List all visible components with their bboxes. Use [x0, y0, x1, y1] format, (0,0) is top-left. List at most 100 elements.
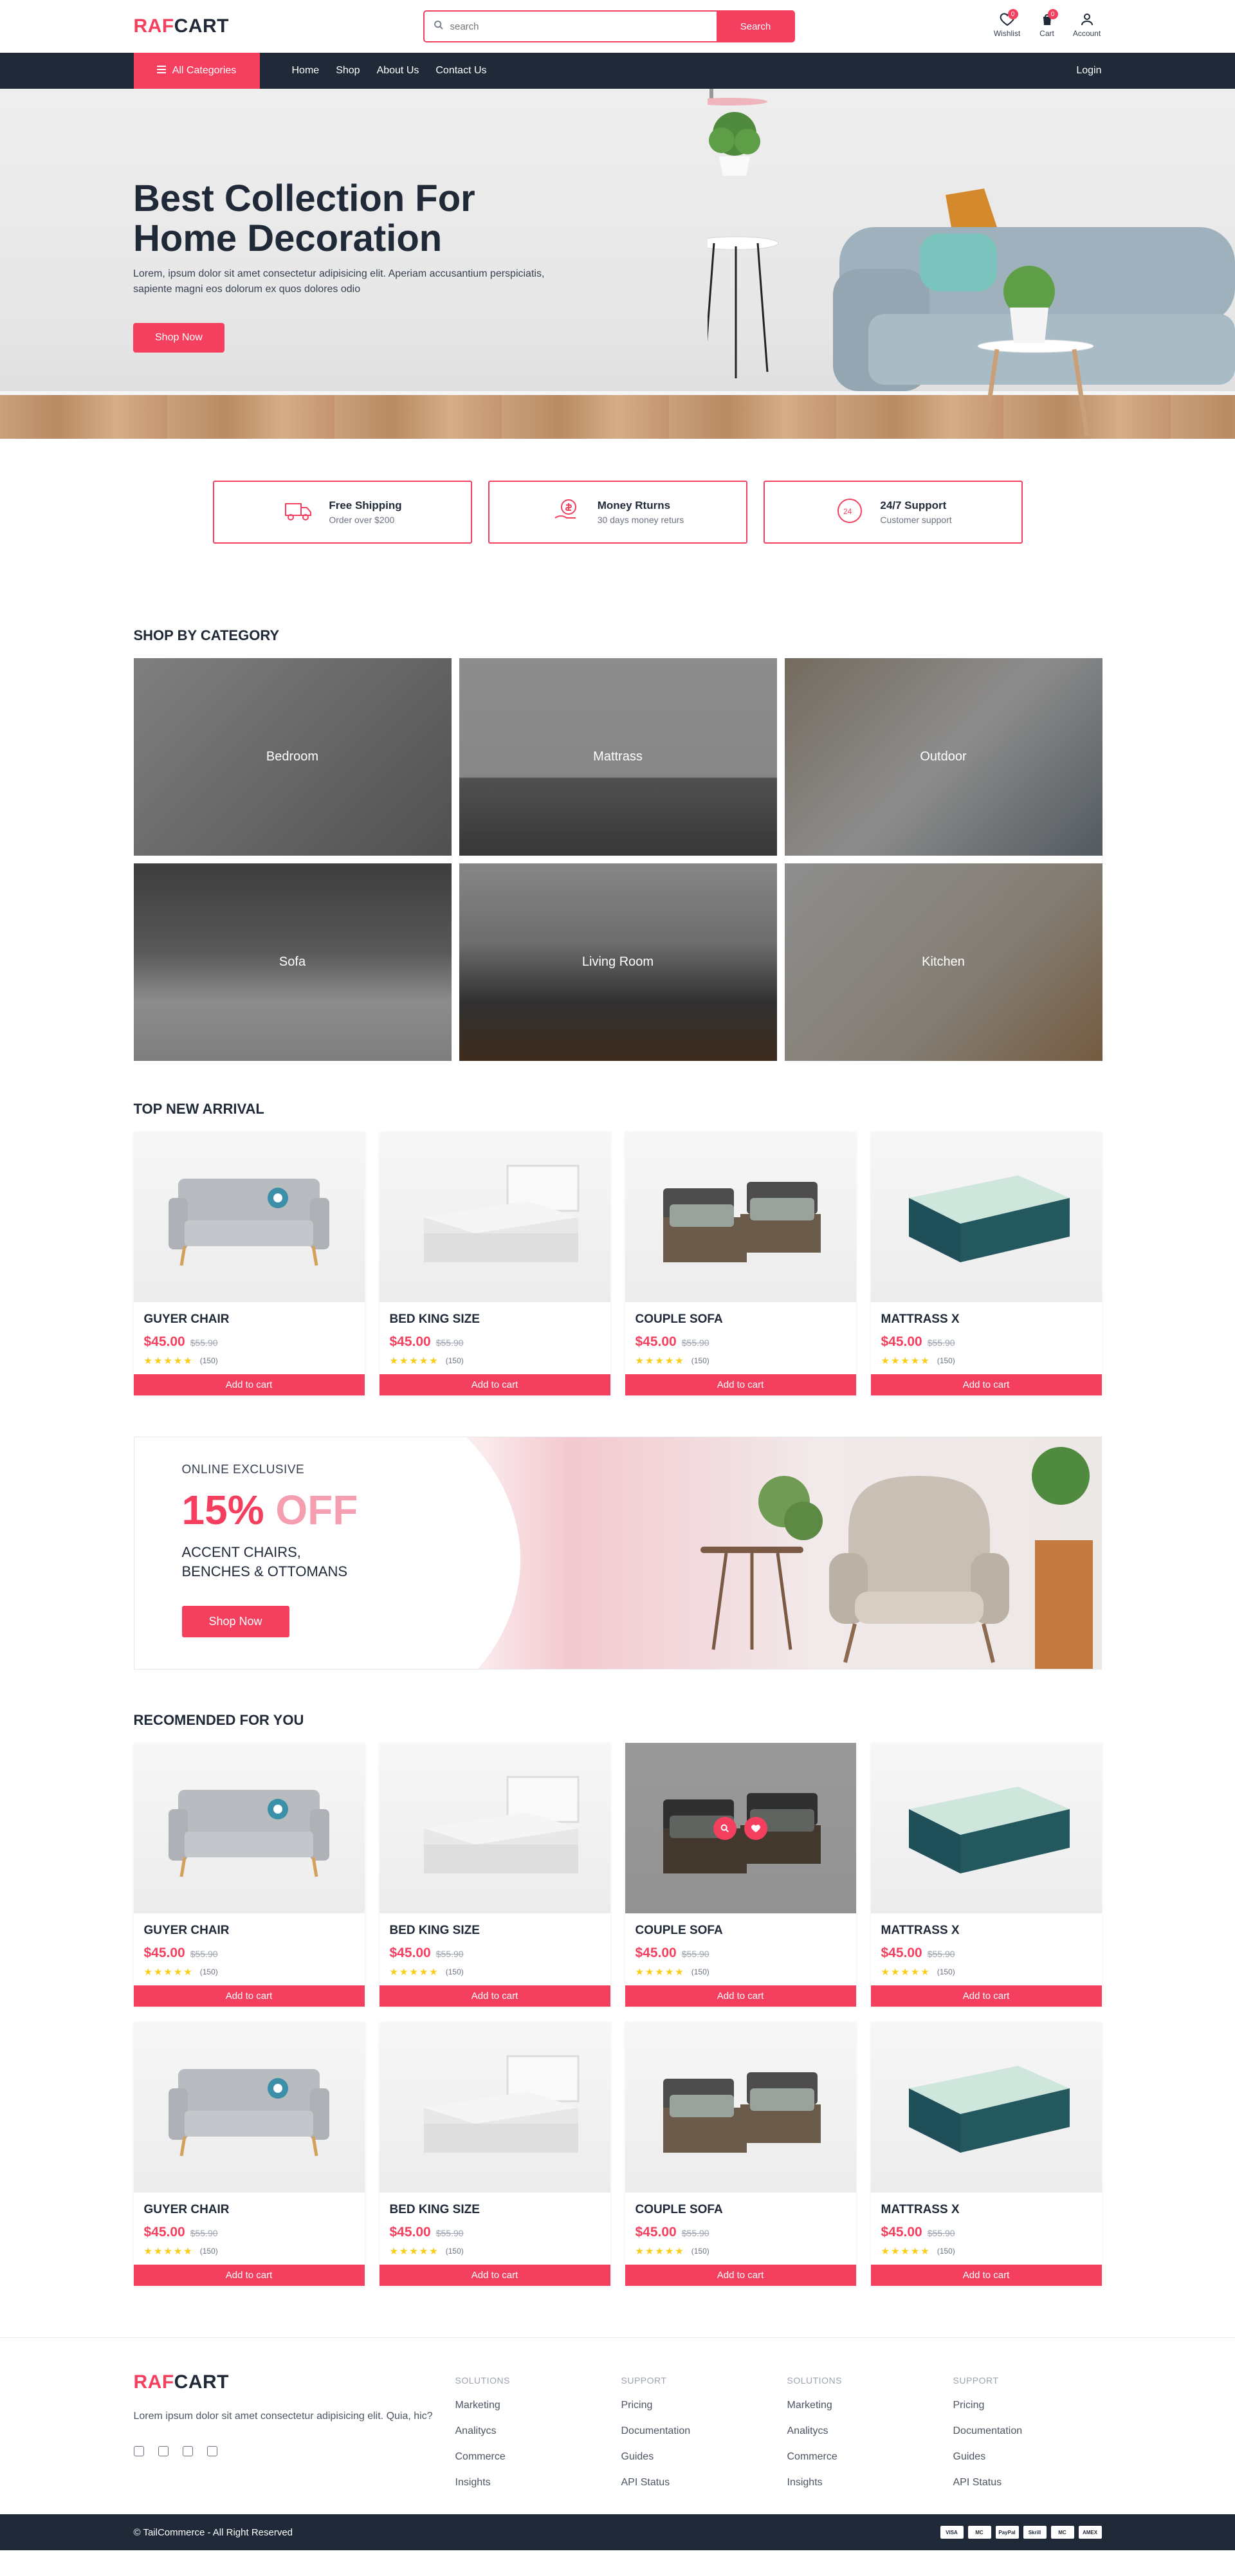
product-card[interactable]: COUPLE SOFA $45.00 $55.90 ★★★★★ (150) Add to … [625, 1743, 856, 2007]
footer-link[interactable]: API Status [953, 2477, 1119, 2489]
truck-icon [282, 495, 315, 530]
add-to-cart-button[interactable]: Add to cart [625, 2265, 856, 2286]
category-sofa[interactable]: Sofa [133, 863, 452, 1061]
footer-link[interactable]: Analitycs [455, 2425, 621, 2437]
product-image[interactable] [133, 1743, 365, 1913]
product-image[interactable] [379, 2022, 610, 2193]
product-card[interactable]: MATTRASS X $45.00 $55.90 ★★★★★ (150) Add to c… [870, 1132, 1102, 1395]
footer-link[interactable]: Marketing [455, 2400, 621, 2411]
product-name[interactable]: COUPLE SOFA [636, 2203, 846, 2217]
product-card[interactable]: MATTRASS X $45.00 $55.90 ★★★★★ (150) Add to c… [870, 2022, 1102, 2286]
nav-home[interactable]: Home [292, 65, 320, 77]
twitter-icon[interactable] [182, 2446, 193, 2456]
footer-link[interactable]: Pricing [621, 2400, 787, 2411]
product-name[interactable]: COUPLE SOFA [636, 1312, 846, 1327]
product-name[interactable]: GUYER CHAIR [144, 1924, 354, 1938]
promo-shop-now-button[interactable]: Shop Now [181, 1606, 289, 1637]
product-card[interactable]: GUYER CHAIR $45.00 $55.90 ★★★★★ (150) Add to … [133, 1132, 365, 1395]
footer-link[interactable]: Commerce [787, 2451, 953, 2463]
product-image[interactable] [133, 1132, 365, 1302]
category-mattrass[interactable]: Mattrass [459, 658, 777, 856]
nav-about-us[interactable]: About Us [377, 65, 419, 77]
user-icon [1079, 12, 1095, 29]
support-icon: 24 [834, 495, 866, 530]
facebook-icon[interactable] [133, 2446, 144, 2456]
add-to-cart-button[interactable]: Add to cart [133, 1374, 365, 1395]
product-name[interactable]: COUPLE SOFA [636, 1924, 846, 1938]
product-card[interactable]: MATTRASS X $45.00 $55.90 ★★★★★ (150) Add to c… [870, 1743, 1102, 2007]
add-to-cart-button[interactable]: Add to cart [870, 1985, 1102, 2007]
add-to-cart-button[interactable]: Add to cart [379, 1985, 610, 2007]
add-to-cart-button[interactable]: Add to cart [133, 1985, 365, 2007]
product-name[interactable]: MATTRASS X [881, 1924, 1092, 1938]
all-categories-button[interactable]: All Categories [133, 53, 260, 89]
footer-link[interactable]: Documentation [621, 2425, 787, 2437]
product-image[interactable] [870, 1132, 1102, 1302]
rating-stars: ★★★★★ [881, 1356, 931, 1366]
category-bedroom[interactable]: Bedroom [133, 658, 452, 856]
search-input[interactable] [450, 21, 695, 32]
add-to-cart-button[interactable]: Add to cart [625, 1374, 856, 1395]
footer-link[interactable]: Commerce [455, 2451, 621, 2463]
product-name[interactable]: BED KING SIZE [390, 1924, 600, 1938]
search-button[interactable]: Search [716, 10, 795, 42]
product-name[interactable]: MATTRASS X [881, 2203, 1092, 2217]
product-name[interactable]: BED KING SIZE [390, 1312, 600, 1327]
instagram-icon[interactable] [158, 2446, 169, 2456]
nav-shop[interactable]: Shop [336, 65, 360, 77]
github-icon[interactable] [206, 2446, 217, 2456]
add-to-cart-button[interactable]: Add to cart [625, 1985, 856, 2007]
product-image[interactable] [625, 2022, 856, 2193]
heart-icon[interactable] [744, 1816, 767, 1840]
add-to-cart-button[interactable]: Add to cart [133, 2265, 365, 2286]
feature-title: Free Shipping [329, 499, 402, 511]
category-kitchen[interactable]: Kitchen [784, 863, 1102, 1061]
product-card[interactable]: COUPLE SOFA $45.00 $55.90 ★★★★★ (150) Add to … [625, 1132, 856, 1395]
category-label: Sofa [279, 955, 306, 969]
add-to-cart-button[interactable]: Add to cart [870, 2265, 1102, 2286]
product-name[interactable]: GUYER CHAIR [144, 1312, 354, 1327]
product-card[interactable]: BED KING SIZE $45.00 $55.90 ★★★★★ (150) Add t… [379, 1743, 610, 2007]
product-image[interactable] [625, 1132, 856, 1302]
account-button[interactable]: Account [1072, 12, 1102, 38]
add-to-cart-button[interactable]: Add to cart [379, 2265, 610, 2286]
footer-link[interactable]: Insights [787, 2477, 953, 2489]
product-card[interactable]: COUPLE SOFA $45.00 $55.90 ★★★★★ (150) Add to … [625, 2022, 856, 2286]
footer-logo[interactable]: RAFCART [134, 2371, 455, 2393]
product-name[interactable]: MATTRASS X [881, 1312, 1092, 1327]
product-image[interactable] [379, 1743, 610, 1913]
product-image[interactable] [379, 1132, 610, 1302]
footer-link[interactable]: Guides [621, 2451, 787, 2463]
login-link[interactable]: Login [1076, 65, 1101, 77]
product-image[interactable] [870, 2022, 1102, 2193]
nav-contact-us[interactable]: Contact Us [435, 65, 486, 77]
product-card[interactable]: BED KING SIZE $45.00 $55.90 ★★★★★ (150) Add t… [379, 1132, 610, 1395]
wishlist-button[interactable]: 0 Wishlist [993, 9, 1022, 38]
logo[interactable]: RAFCART [134, 15, 229, 37]
hero-shop-now-button[interactable]: Shop Now [133, 323, 224, 353]
payment-methods: VISA MC PayPal Skrill MC AMEX [940, 2526, 1102, 2539]
add-to-cart-button[interactable]: Add to cart [379, 1374, 610, 1395]
search-field[interactable] [423, 10, 717, 42]
category-outdoor[interactable]: Outdoor [784, 658, 1102, 856]
cart-button[interactable]: 0 Cart [1032, 9, 1062, 38]
footer-link[interactable]: Analitycs [787, 2425, 953, 2437]
footer-link[interactable]: Guides [953, 2451, 1119, 2463]
product-card[interactable]: GUYER CHAIR $45.00 $55.90 ★★★★★ (150) Add to … [133, 2022, 365, 2286]
footer-link[interactable]: Pricing [953, 2400, 1119, 2411]
product-image[interactable] [133, 2022, 365, 2193]
footer-link[interactable]: Insights [455, 2477, 621, 2489]
quick-actions-overlay [625, 1743, 856, 1913]
product-image[interactable] [625, 1743, 856, 1913]
product-name[interactable]: BED KING SIZE [390, 2203, 600, 2217]
add-to-cart-button[interactable]: Add to cart [870, 1374, 1102, 1395]
footer-link[interactable]: Marketing [787, 2400, 953, 2411]
search-icon[interactable] [713, 1816, 736, 1840]
product-image[interactable] [870, 1743, 1102, 1913]
category-living-room[interactable]: Living Room [459, 863, 777, 1061]
footer-link[interactable]: Documentation [953, 2425, 1119, 2437]
product-card[interactable]: GUYER CHAIR $45.00 $55.90 ★★★★★ (150) Add to … [133, 1743, 365, 2007]
product-card[interactable]: BED KING SIZE $45.00 $55.90 ★★★★★ (150) Add t… [379, 2022, 610, 2286]
product-name[interactable]: GUYER CHAIR [144, 2203, 354, 2217]
footer-link[interactable]: API Status [621, 2477, 787, 2489]
